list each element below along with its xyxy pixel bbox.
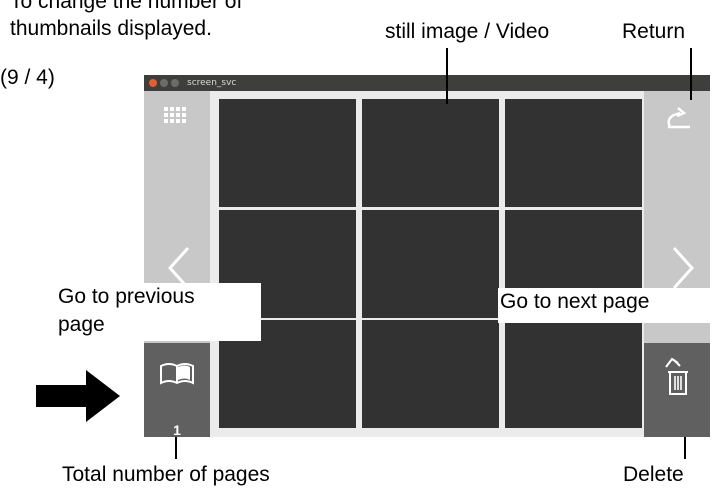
thumbnail[interactable]: [505, 99, 642, 207]
thumbnail[interactable]: [505, 320, 642, 428]
page-count: 1: [173, 422, 181, 438]
thumbnail-grid: [210, 91, 644, 437]
app-window: screen_svc 1: [144, 75, 710, 438]
thumbnail[interactable]: [219, 99, 356, 207]
leader-line-still-video: [446, 48, 448, 104]
thumbnail[interactable]: [362, 320, 499, 428]
annotation-change-thumbnails-line3: (9 / 4): [0, 66, 55, 89]
chevron-right-icon[interactable]: [668, 246, 696, 290]
thumbnail[interactable]: [362, 210, 499, 318]
annotation-prev-page-line1: Go to previous: [58, 285, 195, 308]
grid-icon[interactable]: [164, 107, 186, 123]
return-icon[interactable]: [664, 105, 694, 129]
annotation-next-page: Go to next page: [498, 288, 712, 323]
arrow-right-icon: [36, 370, 120, 422]
window-title: screen_svc: [187, 78, 237, 88]
title-bar: screen_svc: [144, 75, 710, 91]
annotation-still-video: still image / Video: [385, 20, 550, 43]
annotation-total-pages: Total number of pages: [62, 463, 270, 486]
leader-line-return: [690, 48, 692, 100]
leader-line-total-pages: [175, 437, 177, 459]
annotation-change-thumbnails-line2: thumbnails displayed.: [10, 17, 212, 40]
annotation-change-thumbnails-line1: To change the number of: [10, 0, 243, 13]
minimize-button[interactable]: [160, 79, 168, 87]
close-button[interactable]: [149, 79, 157, 87]
annotation-prev-page-box: Go to previous page: [58, 283, 261, 341]
annotation-return: Return: [622, 20, 686, 43]
thumbnail[interactable]: [362, 99, 499, 207]
leader-line-delete: [684, 437, 686, 459]
trash-icon[interactable]: [662, 357, 692, 399]
left-sidebar: 1: [144, 91, 210, 438]
annotation-delete: Delete: [623, 463, 684, 486]
annotation-prev-page-line2: page: [58, 313, 105, 336]
right-sidebar: [644, 91, 710, 437]
delete-panel: [644, 343, 710, 437]
book-icon: [160, 363, 194, 385]
maximize-button[interactable]: [171, 79, 179, 87]
